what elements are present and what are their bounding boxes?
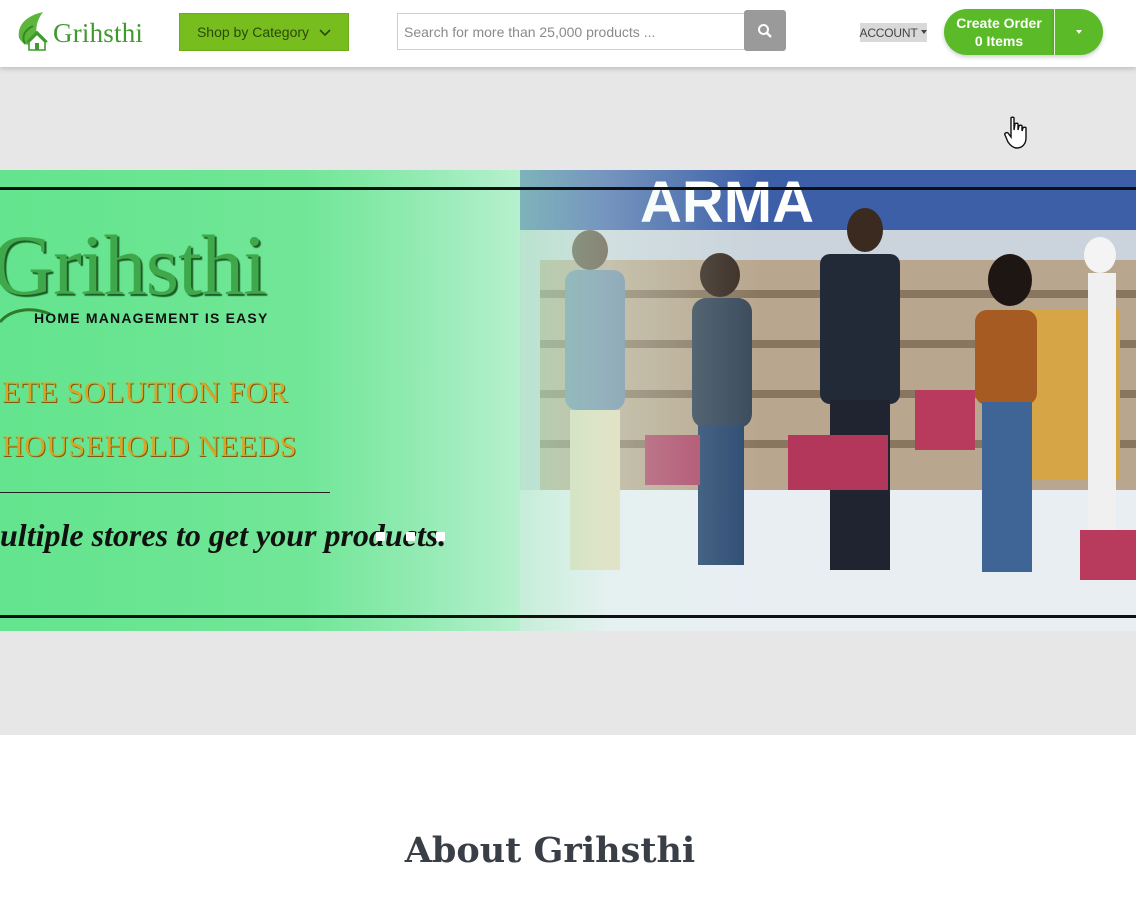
carousel-dot-3[interactable] [436,532,445,541]
create-order-label: Create Order [956,15,1042,31]
top-navbar: Grihsthi Shop by Category ACCOUNT Create… [0,0,1136,67]
hand-cursor-icon [1004,116,1027,149]
banner-divider [0,492,330,493]
chevron-down-icon [319,29,331,37]
shop-by-category-label: Shop by Category [196,24,310,40]
account-dropdown[interactable]: ACCOUNT [859,23,928,42]
create-order-dropdown-toggle[interactable] [1054,9,1103,55]
account-label: ACCOUNT [859,25,918,40]
leaf-house-logo-icon [18,12,48,51]
search-icon [758,23,772,38]
banner-headline-1: ETE SOLUTION FOR [2,376,289,409]
caret-down-icon [1076,30,1082,34]
site-logo[interactable]: Grihsthi [15,8,145,54]
banner-top-rule [0,187,1136,190]
banner-headline-2: HOUSEHOLD NEEDS [2,430,297,463]
logo-text: Grihsthi [53,17,144,48]
cart-items-count: 0 Items [974,33,1024,49]
hero-banner-slide[interactable]: ARMA Grihsthi HOME MANAGEMENT IS EASY ET… [0,170,1136,631]
search-button[interactable] [744,10,786,51]
carousel-dot-1[interactable] [376,532,385,541]
caret-down-icon [921,29,928,34]
shop-by-category-button[interactable]: Shop by Category [179,13,349,51]
banner-tagline: HOME MANAGEMENT IS EASY [34,310,269,326]
create-order-button[interactable]: Create Order 0 Items [944,9,1054,55]
create-order-group: Create Order 0 Items [944,9,1103,55]
carousel-dot-2[interactable] [406,532,415,541]
banner-brand: Grihsthi [0,217,267,313]
banner-bottom-rule [0,615,1136,618]
about-heading: About Grihsthi [404,830,696,871]
search-input[interactable] [397,13,745,50]
